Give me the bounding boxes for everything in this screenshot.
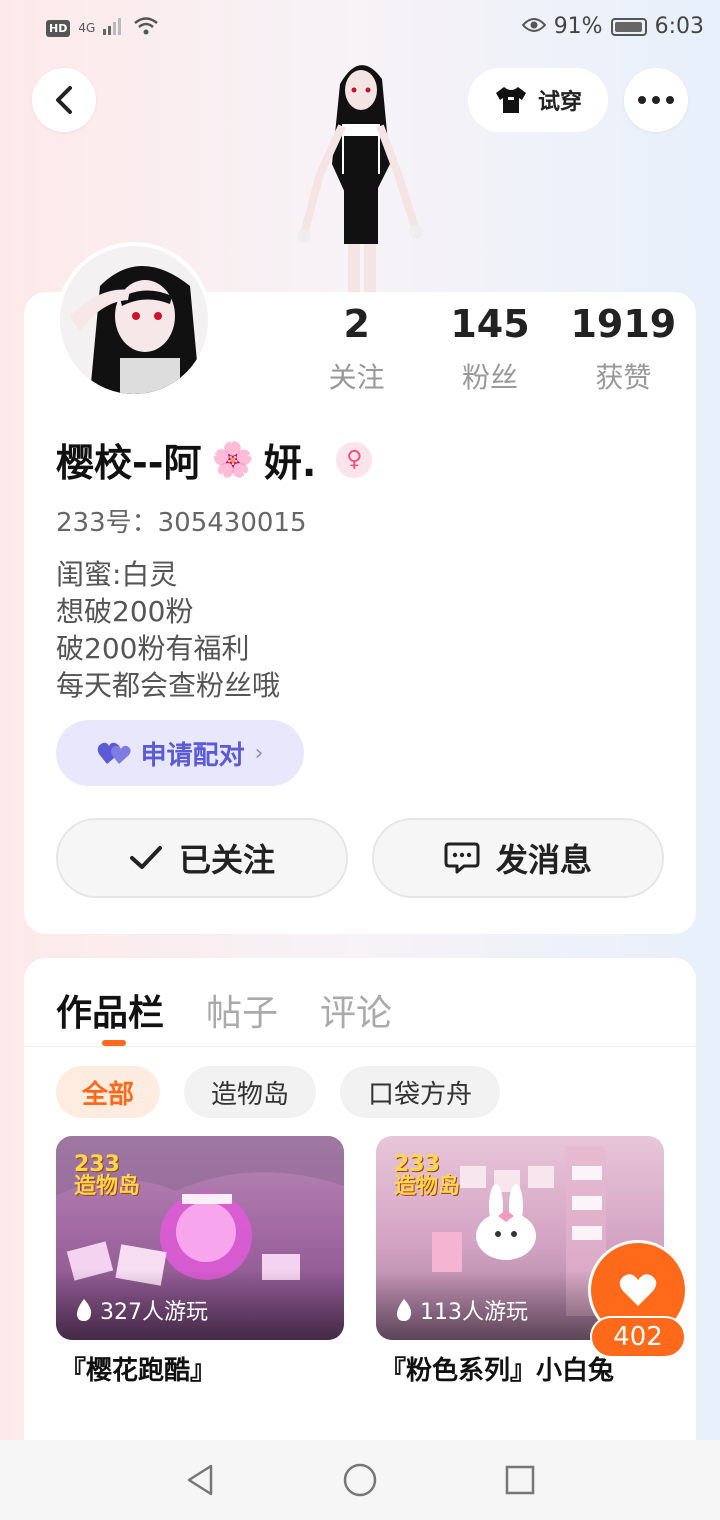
play-count-text: 113人游玩 xyxy=(420,1300,528,1325)
battery-icon xyxy=(610,17,647,36)
username: 樱校--阿 🌸 妍. ♀ xyxy=(56,432,373,487)
filter-all[interactable]: 全部 xyxy=(56,1066,160,1118)
stat-label: 关注 xyxy=(328,361,385,394)
stat-label: 获赞 xyxy=(595,361,652,394)
hd-indicator: HD xyxy=(46,19,71,37)
stat-following[interactable]: 2 关注 xyxy=(290,302,423,396)
username-part: 樱校--阿 xyxy=(56,441,202,485)
content-tabs: 作品栏 帖子 评论 xyxy=(56,984,392,1036)
eye-icon xyxy=(521,14,547,39)
filter-pocket-ark[interactable]: 口袋方舟 xyxy=(340,1066,500,1118)
followed-button[interactable]: 已关注 xyxy=(56,818,348,898)
triangle-back-icon xyxy=(187,1464,213,1496)
divider xyxy=(24,1046,696,1047)
stat-value: 145 xyxy=(450,302,530,346)
stat-followers[interactable]: 145 粉丝 xyxy=(423,302,556,396)
circle-home-icon xyxy=(343,1463,377,1497)
chat-bubble-icon xyxy=(444,842,480,874)
creation-island-badge: 233 造物岛 xyxy=(74,1152,141,1199)
cherry-blossom-emoji: 🌸 xyxy=(211,439,254,480)
like-count: 402 xyxy=(590,1316,686,1358)
filter-creation-island[interactable]: 造物岛 xyxy=(184,1066,316,1118)
profile-stats: 2 关注 145 粉丝 1919 获赞 xyxy=(290,302,690,396)
tab-comments[interactable]: 评论 xyxy=(320,984,392,1036)
heart-icon xyxy=(619,1274,657,1306)
work-title[interactable]: 『樱花跑酷』 xyxy=(60,1350,216,1387)
avatar-figure[interactable] xyxy=(290,54,430,294)
stat-value: 2 xyxy=(343,302,370,346)
message-button[interactable]: 发消息 xyxy=(372,818,664,898)
more-icon xyxy=(638,96,674,104)
signal-icon xyxy=(103,17,125,39)
try-on-button[interactable]: 试穿 xyxy=(468,68,608,132)
heart-pair-icon xyxy=(97,742,131,764)
try-on-label: 试穿 xyxy=(537,90,582,115)
female-icon: ♀ xyxy=(336,441,373,478)
followed-label: 已关注 xyxy=(178,841,275,879)
wifi-icon xyxy=(133,16,159,40)
stat-value: 1919 xyxy=(570,302,677,346)
bio-line: 破200粉有福利 xyxy=(56,632,250,665)
back-button[interactable] xyxy=(32,68,96,132)
square-recents-icon xyxy=(505,1465,535,1495)
system-navigation-bar xyxy=(0,1440,720,1520)
bio-line: 闺蜜:白灵 xyxy=(56,558,178,591)
signal-indicator: 4G xyxy=(78,21,96,35)
tab-works[interactable]: 作品栏 xyxy=(56,984,164,1036)
battery-percent: 91% xyxy=(553,14,603,39)
bio-line: 每天都会查粉丝哦 xyxy=(56,669,281,702)
avatar[interactable] xyxy=(56,242,212,398)
chevron-left-icon xyxy=(56,86,72,114)
user-id: 233号：305430015 xyxy=(56,508,307,538)
message-label: 发消息 xyxy=(495,841,592,879)
pair-request-button[interactable]: 申请配对 › xyxy=(56,720,304,786)
checkmark-icon xyxy=(129,846,162,869)
username-part: 妍. xyxy=(263,441,317,485)
work-card[interactable]: 233 造物岛 327人游玩 xyxy=(56,1136,344,1340)
pair-request-label: 申请配对 xyxy=(140,740,245,771)
stat-likes[interactable]: 1919 获赞 xyxy=(557,302,690,396)
work-title[interactable]: 『粉色系列』小白兔 xyxy=(380,1350,614,1387)
nav-recents-button[interactable] xyxy=(500,1460,540,1500)
more-button[interactable] xyxy=(624,68,688,132)
stat-label: 粉丝 xyxy=(461,361,518,394)
clock: 6:03 xyxy=(654,14,704,39)
nav-back-button[interactable] xyxy=(180,1460,220,1500)
flame-icon xyxy=(77,1299,92,1321)
tab-posts[interactable]: 帖子 xyxy=(206,984,278,1036)
flame-icon xyxy=(397,1299,412,1321)
creation-island-badge: 233 造物岛 xyxy=(394,1152,461,1199)
play-count-text: 327人游玩 xyxy=(100,1300,208,1325)
shirt-icon xyxy=(495,87,526,113)
play-count: 327人游玩 xyxy=(74,1294,208,1326)
status-bar: HD 4G 91% 6:03 xyxy=(0,0,720,58)
nav-home-button[interactable] xyxy=(340,1460,380,1500)
bio-line: 想破200粉 xyxy=(56,595,194,628)
play-count: 113人游玩 xyxy=(394,1294,528,1326)
chevron-right-icon: › xyxy=(254,740,264,766)
bio: 闺蜜:白灵 想破200粉 破200粉有福利 每天都会查粉丝哦 xyxy=(56,556,280,704)
